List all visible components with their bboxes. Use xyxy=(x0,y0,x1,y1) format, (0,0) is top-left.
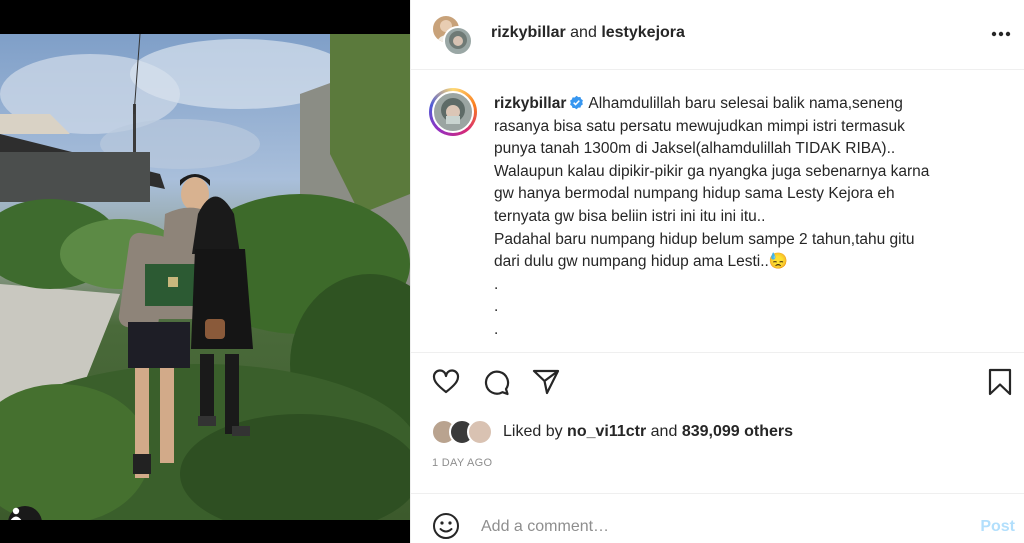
post-photo[interactable] xyxy=(0,34,410,520)
smiley-icon xyxy=(433,513,459,539)
post-details-panel: rizkybillar and lestykejora rizkybillar A… xyxy=(410,0,1024,543)
author-link[interactable]: rizkybillar xyxy=(491,24,566,41)
caption-text: dari dulu gw numpang hidup ama Lesti.. xyxy=(494,253,769,271)
post-caption: rizkybillar Alhamdulillah baru selesai ba… xyxy=(494,93,994,342)
caption-line: rasanya bisa satu persatu mewujudkan mim… xyxy=(494,117,905,135)
post-authors: rizkybillar and lestykejora xyxy=(491,24,685,42)
likes-joiner: and xyxy=(650,423,678,440)
like-button[interactable] xyxy=(431,367,461,397)
comment-input[interactable] xyxy=(481,516,941,538)
post-timestamp[interactable]: 1 DAY AGO xyxy=(432,457,492,469)
more-options-button[interactable] xyxy=(991,20,1011,43)
caption-line: Padahal baru numpang hidup belum sampe 2… xyxy=(494,230,915,248)
comment-bar: Post xyxy=(411,493,1024,543)
caption-text: Alhamdulillah baru selesai balik nama,se… xyxy=(588,95,903,112)
post-comment-button[interactable]: Post xyxy=(980,518,1015,536)
heart-icon xyxy=(432,369,460,394)
likes-prefix: Liked by xyxy=(503,423,563,440)
author-link[interactable]: lestykejora xyxy=(601,24,685,41)
user-tag-icon xyxy=(10,507,22,520)
action-bar xyxy=(411,352,1024,408)
avatar[interactable] xyxy=(443,26,473,56)
authors-joiner: and xyxy=(570,24,597,41)
caption-line: punya tanah 1300m di Jaksel(alhamdulilla… xyxy=(494,140,896,158)
caption-username[interactable]: rizkybillar xyxy=(494,95,566,112)
caption-section: rizkybillar Alhamdulillah baru selesai ba… xyxy=(411,71,1024,351)
caption-line: . xyxy=(494,320,499,338)
likes-text[interactable]: Liked by no_vi11ctr and 839,099 others xyxy=(503,423,793,441)
caption-line: . xyxy=(494,275,499,293)
send-icon xyxy=(532,369,560,395)
liker-avatars[interactable] xyxy=(431,419,497,445)
caption-line: ternyata gw bisa beliin istri ini itu in… xyxy=(494,207,766,225)
caption-line: gw hanya bermodal numpang hidup sama Les… xyxy=(494,185,895,203)
likes-summary: Liked by no_vi11ctr and 839,099 others xyxy=(431,417,793,447)
photo-scene xyxy=(0,34,410,520)
comment-button[interactable] xyxy=(481,367,511,397)
emoji-picker-button[interactable] xyxy=(431,511,461,541)
collab-avatars[interactable] xyxy=(431,14,475,58)
avatar[interactable] xyxy=(467,419,493,445)
avatar[interactable] xyxy=(429,88,477,136)
post-header: rizkybillar and lestykejora xyxy=(411,0,1024,70)
post-media-panel xyxy=(0,0,410,543)
caption-line: dari dulu gw numpang hidup ama Lesti..😓 xyxy=(494,251,994,274)
sad-face-emoji: 😓 xyxy=(768,253,789,271)
caption-line: . xyxy=(494,298,499,316)
liker-username[interactable]: no_vi11ctr xyxy=(567,423,646,440)
verified-badge-icon xyxy=(570,95,584,110)
caption-line: Walaupun kalau dipikir-pikir ga nyangka … xyxy=(494,162,930,180)
bookmark-icon xyxy=(988,368,1012,396)
comment-icon xyxy=(484,370,510,396)
caption-line: rizkybillar Alhamdulillah baru selesai ba… xyxy=(494,93,994,116)
likes-count[interactable]: 839,099 others xyxy=(682,423,793,440)
save-button[interactable] xyxy=(985,367,1015,397)
share-button[interactable] xyxy=(531,367,561,397)
more-horizontal-icon xyxy=(991,31,1011,37)
